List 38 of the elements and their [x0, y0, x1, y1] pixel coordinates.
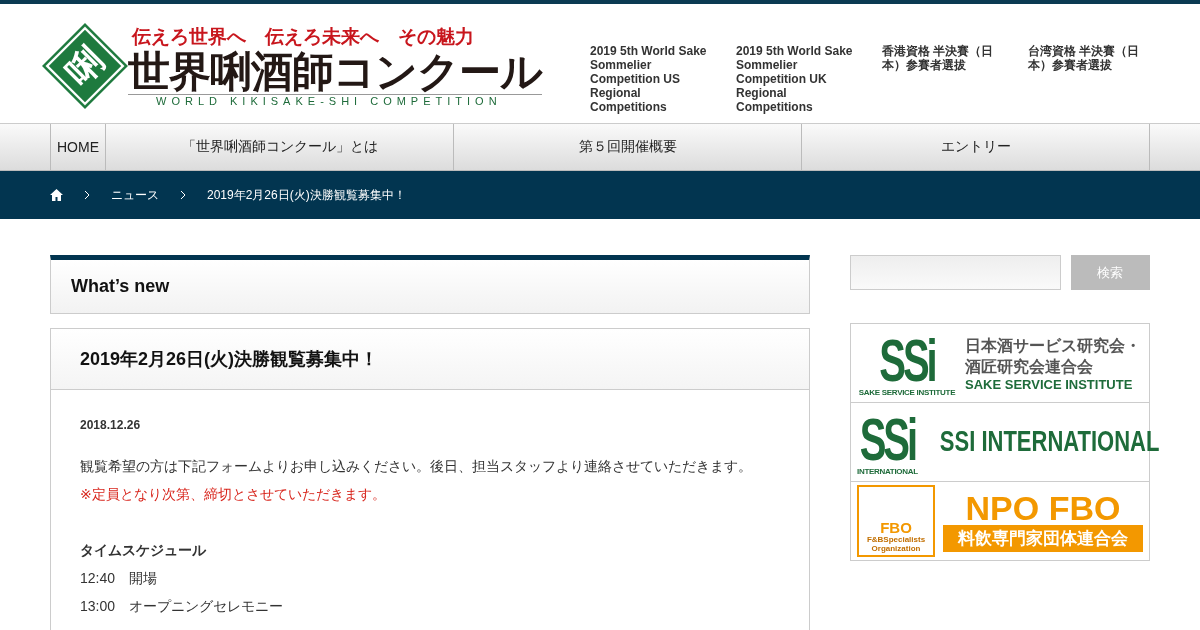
banner-title: NPO FBO — [965, 490, 1121, 525]
banner-title: 日本酒サービス研究会・ — [965, 335, 1141, 356]
post-date: 2018.12.26 — [80, 418, 142, 432]
logo-tagline: 伝えろ世界へ 伝えろ未来へ その魅力 — [130, 24, 475, 49]
breadcrumb-item[interactable]: 2019年2月26日(火)決勝観覧募集中！ — [207, 186, 406, 204]
logo-caption: SAKE SERVICE INSTITUTE — [858, 387, 956, 397]
home-icon[interactable] — [50, 189, 63, 201]
section-heading: What’s new — [50, 255, 810, 314]
paragraph: 観覧希望の方は下記フォームよりお申し込みください。後日、担当スタッフより連絡させていただきます。 — [80, 457, 753, 476]
banner-title: SSI INTERNATIONAL — [939, 425, 1160, 459]
schedule-time: 13:00 — [80, 597, 116, 616]
header-link[interactable]: 台湾資格 半決賽（日本）参賽者選拔 — [1028, 44, 1150, 114]
nav-item[interactable]: エントリー — [801, 124, 1150, 170]
notice-text: ※定員となり次第、締切とさせていただきます。 — [80, 485, 387, 504]
logo-caption: INTERNATIONAL — [857, 466, 918, 476]
banner[interactable]: FBO F&BSpecialists Organization NPO FBO 料飲専門家団体連合会 — [850, 481, 1150, 561]
banner-subtitle: 料飲専門家団体連合会 — [943, 524, 1143, 552]
logo-mark: SSi — [879, 329, 935, 390]
logo-mark[interactable]: 唎 — [45, 25, 125, 106]
schedule-time: 12:40 — [80, 569, 116, 588]
nav-item[interactable]: HOME — [50, 124, 105, 170]
search-field[interactable] — [850, 255, 1061, 290]
logo-subtitle: WORLD KIKISAKE-SHI COMPETITION — [128, 94, 542, 108]
nav-item[interactable]: 「世界唎酒師コンクール」とは — [105, 124, 453, 170]
nav-item[interactable]: 第５回開催概要 — [453, 124, 801, 170]
header-link[interactable]: 香港資格 半決賽（日本）参賽者選拔 — [882, 44, 1004, 114]
site-title[interactable]: 世界唎酒師コンクール — [128, 50, 542, 95]
banner-title: 酒匠研究会連合会 — [965, 356, 1094, 377]
schedule-heading: タイムスケジュール — [80, 541, 207, 560]
breadcrumb-item[interactable]: ニュース — [111, 186, 159, 204]
header-link[interactable]: 2019 5th World Sake Sommelier Competition UK Regional Competitions — [736, 44, 858, 114]
banner-subtitle: SAKE SERVICE INSTITUTE — [965, 376, 1134, 392]
logo-mark: FBO — [880, 520, 912, 535]
header-link[interactable]: 2019 5th World Sake Sommelier Competition US Regional Competitions — [590, 44, 712, 114]
schedule-event: オープニングセレモニー — [129, 597, 284, 616]
schedule-event: 開場 — [129, 569, 158, 588]
logo-mark: SSi — [859, 408, 916, 469]
logo-caption: F&BSpecialists Organization — [865, 535, 927, 553]
